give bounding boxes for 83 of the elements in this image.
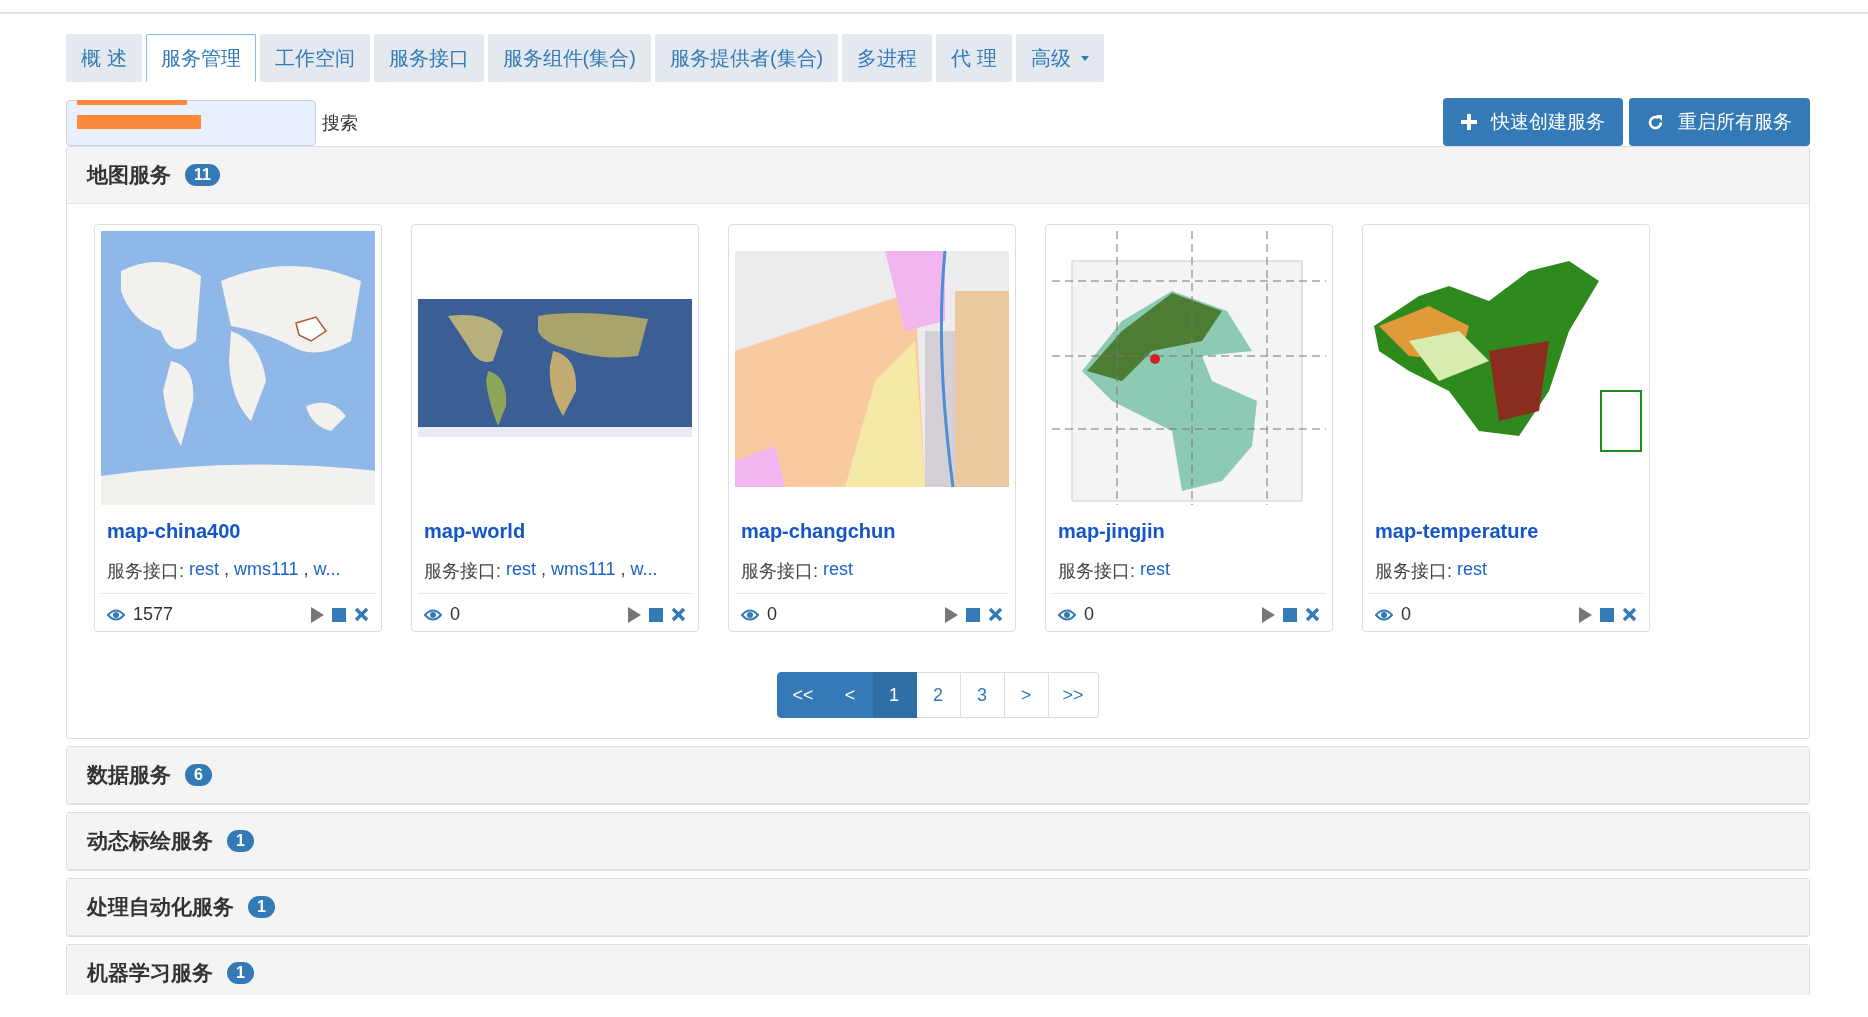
- interface-link[interactable]: rest: [823, 559, 854, 583]
- count-badge: 1: [248, 896, 275, 918]
- interface-link[interactable]: wms111: [234, 559, 299, 583]
- stop-icon[interactable]: [1600, 607, 1614, 622]
- nav-tab[interactable]: 代 理: [936, 34, 1012, 82]
- interface-label: 服务接口:: [107, 560, 184, 583]
- close-icon[interactable]: [354, 607, 369, 622]
- panel-header[interactable]: 地图服务 11: [67, 147, 1809, 204]
- count-badge: 11: [185, 164, 220, 186]
- interface-link[interactable]: rest: [189, 559, 220, 583]
- interface-label: 服务接口:: [741, 560, 818, 583]
- nav-tab[interactable]: 服务管理: [145, 34, 256, 82]
- play-icon[interactable]: [945, 606, 958, 623]
- service-name-link[interactable]: map-changchun: [741, 520, 1003, 543]
- panel-header[interactable]: 数据服务 6: [67, 747, 1809, 804]
- eye-icon: [1058, 608, 1076, 621]
- panel-header[interactable]: 动态标绘服务 1: [67, 813, 1809, 870]
- view-count: 1577: [133, 604, 174, 625]
- eye-icon: [107, 608, 125, 621]
- play-icon[interactable]: [1579, 606, 1592, 623]
- interface-link[interactable]: rest: [506, 559, 537, 583]
- service-name-link[interactable]: map-temperature: [1375, 520, 1637, 543]
- stop-icon[interactable]: [966, 607, 980, 622]
- separator: ,: [303, 559, 309, 581]
- play-icon[interactable]: [311, 606, 324, 623]
- view-count: 0: [1084, 604, 1094, 625]
- nav-tab[interactable]: 高级: [1015, 34, 1104, 82]
- service-name-link[interactable]: map-china400: [107, 520, 369, 543]
- panel-header[interactable]: 机器学习服务 1: [67, 945, 1809, 995]
- panel-title: 处理自动化服务: [87, 894, 234, 920]
- interface-label: 服务接口:: [1375, 560, 1452, 583]
- panel-title: 地图服务: [87, 162, 171, 188]
- interface-link[interactable]: rest: [1457, 559, 1488, 583]
- view-count: 0: [767, 604, 777, 625]
- interface-link[interactable]: wms111: [551, 559, 616, 583]
- eye-icon: [424, 608, 442, 621]
- count-badge: 6: [185, 764, 212, 786]
- nav-tab[interactable]: 工作空间: [259, 34, 370, 82]
- plus-icon: [1461, 114, 1477, 130]
- panel-title: 数据服务: [87, 762, 171, 788]
- panel-header[interactable]: 处理自动化服务 1: [67, 879, 1809, 936]
- interface-link[interactable]: rest: [1140, 559, 1171, 583]
- count-badge: 1: [227, 962, 254, 984]
- separator: ,: [541, 559, 547, 581]
- page-button[interactable]: >: [1004, 672, 1049, 718]
- view-count: 0: [1401, 604, 1411, 625]
- view-count: 0: [450, 604, 460, 625]
- search-button[interactable]: 搜索: [322, 111, 358, 135]
- interface-label: 服务接口:: [424, 560, 501, 583]
- stop-icon[interactable]: [332, 607, 346, 622]
- play-icon[interactable]: [628, 606, 641, 623]
- close-icon[interactable]: [1305, 607, 1320, 622]
- close-icon[interactable]: [1622, 607, 1637, 622]
- close-icon[interactable]: [988, 607, 1003, 622]
- nav-tab[interactable]: 服务组件(集合): [487, 34, 651, 82]
- count-badge: 1: [227, 830, 254, 852]
- eye-icon: [1375, 608, 1393, 621]
- page-button[interactable]: >>: [1048, 672, 1099, 718]
- nav-tab[interactable]: 多进程: [842, 34, 933, 82]
- service-name-link[interactable]: map-jingjin: [1058, 520, 1320, 543]
- close-icon[interactable]: [671, 607, 686, 622]
- separator: ,: [224, 559, 230, 581]
- nav-tab[interactable]: 服务提供者(集合): [654, 34, 839, 82]
- interface-label: 服务接口:: [1058, 560, 1135, 583]
- play-icon[interactable]: [1262, 606, 1275, 623]
- page-button[interactable]: 2: [916, 672, 961, 718]
- panel-title: 机器学习服务: [87, 960, 213, 986]
- nav-tab[interactable]: 概 述: [66, 34, 142, 82]
- panel-title: 动态标绘服务: [87, 828, 213, 854]
- page-button[interactable]: 1: [872, 672, 917, 718]
- separator: ,: [620, 559, 626, 581]
- stop-icon[interactable]: [649, 607, 663, 622]
- restart-services-button[interactable]: 重启所有服务: [1629, 98, 1810, 146]
- eye-icon: [741, 608, 759, 621]
- stop-icon[interactable]: [1283, 607, 1297, 622]
- refresh-icon: [1647, 113, 1664, 131]
- interface-link[interactable]: w...: [630, 559, 658, 583]
- page-button[interactable]: 3: [960, 672, 1005, 718]
- search-field[interactable]: [66, 100, 316, 146]
- service-name-link[interactable]: map-world: [424, 520, 686, 543]
- create-service-button[interactable]: 快速创建服务: [1443, 98, 1623, 146]
- nav-tab[interactable]: 服务接口: [373, 34, 484, 82]
- interface-link[interactable]: w...: [313, 559, 341, 583]
